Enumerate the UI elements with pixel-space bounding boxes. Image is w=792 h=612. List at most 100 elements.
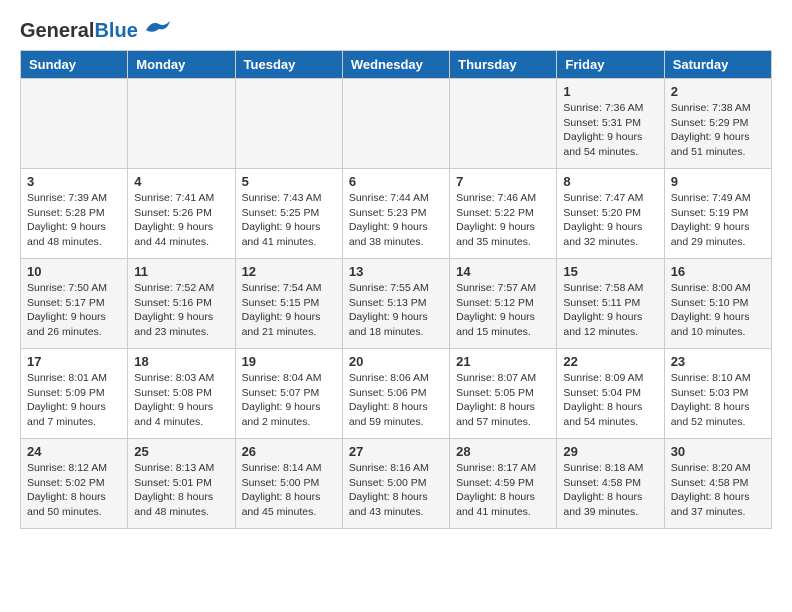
calendar-cell: 15 Sunrise: 7:58 AM Sunset: 5:11 PM Dayli…: [557, 259, 664, 349]
day-of-week-header: Saturday: [664, 51, 771, 79]
cell-info: Sunrise: 7:46 AM Sunset: 5:22 PM Dayligh…: [456, 191, 550, 250]
calendar-table: SundayMondayTuesdayWednesdayThursdayFrid…: [20, 50, 772, 529]
cell-info: Sunrise: 8:03 AM Sunset: 5:08 PM Dayligh…: [134, 371, 228, 430]
cell-info: Sunrise: 7:50 AM Sunset: 5:17 PM Dayligh…: [27, 281, 121, 340]
day-number: 15: [563, 264, 657, 279]
day-number: 20: [349, 354, 443, 369]
cell-info: Sunrise: 8:10 AM Sunset: 5:03 PM Dayligh…: [671, 371, 765, 430]
calendar-cell: [450, 79, 557, 169]
day-number: 7: [456, 174, 550, 189]
calendar-week-row: 1Sunrise: 7:36 AM Sunset: 5:31 PM Daylig…: [21, 79, 772, 169]
cell-info: Sunrise: 8:12 AM Sunset: 5:02 PM Dayligh…: [27, 461, 121, 520]
day-number: 14: [456, 264, 550, 279]
calendar-week-row: 3 Sunrise: 7:39 AM Sunset: 5:28 PM Daylig…: [21, 169, 772, 259]
calendar-cell: 16 Sunrise: 8:00 AM Sunset: 5:10 PM Dayli…: [664, 259, 771, 349]
calendar-cell: 14 Sunrise: 7:57 AM Sunset: 5:12 PM Dayli…: [450, 259, 557, 349]
calendar-cell: 26 Sunrise: 8:14 AM Sunset: 5:00 PM Dayli…: [235, 439, 342, 529]
day-of-week-header: Thursday: [450, 51, 557, 79]
calendar-cell: 8Sunrise: 7:47 AM Sunset: 5:20 PM Daylig…: [557, 169, 664, 259]
day-number: 3: [27, 174, 121, 189]
cell-info: Sunrise: 7:49 AM Sunset: 5:19 PM Dayligh…: [671, 191, 765, 250]
calendar-cell: 25 Sunrise: 8:13 AM Sunset: 5:01 PM Dayli…: [128, 439, 235, 529]
calendar-cell: 7 Sunrise: 7:46 AM Sunset: 5:22 PM Daylig…: [450, 169, 557, 259]
cell-info: Sunrise: 8:00 AM Sunset: 5:10 PM Dayligh…: [671, 281, 765, 340]
logo-bird-icon: [142, 16, 174, 38]
day-of-week-header: Tuesday: [235, 51, 342, 79]
calendar-cell: 2 Sunrise: 7:38 AM Sunset: 5:29 PM Daylig…: [664, 79, 771, 169]
day-number: 22: [563, 354, 657, 369]
calendar-cell: 21 Sunrise: 8:07 AM Sunset: 5:05 PM Dayli…: [450, 349, 557, 439]
calendar-cell: 28 Sunrise: 8:17 AM Sunset: 4:59 PM Dayli…: [450, 439, 557, 529]
cell-info: Sunrise: 8:17 AM Sunset: 4:59 PM Dayligh…: [456, 461, 550, 520]
day-number: 17: [27, 354, 121, 369]
day-number: 5: [242, 174, 336, 189]
day-number: 12: [242, 264, 336, 279]
day-number: 10: [27, 264, 121, 279]
cell-info: Sunrise: 7:52 AM Sunset: 5:16 PM Dayligh…: [134, 281, 228, 340]
day-of-week-header: Sunday: [21, 51, 128, 79]
calendar-cell: 11 Sunrise: 7:52 AM Sunset: 5:16 PM Dayli…: [128, 259, 235, 349]
logo-container: GeneralBlue: [20, 20, 174, 42]
calendar-cell: 24 Sunrise: 8:12 AM Sunset: 5:02 PM Dayli…: [21, 439, 128, 529]
day-number: 1: [563, 84, 657, 99]
cell-info: Sunrise: 7:57 AM Sunset: 5:12 PM Dayligh…: [456, 281, 550, 340]
calendar-cell: 22 Sunrise: 8:09 AM Sunset: 5:04 PM Dayli…: [557, 349, 664, 439]
cell-info: Sunrise: 8:14 AM Sunset: 5:00 PM Dayligh…: [242, 461, 336, 520]
day-of-week-header: Monday: [128, 51, 235, 79]
cell-info: Sunrise: 7:41 AM Sunset: 5:26 PM Dayligh…: [134, 191, 228, 250]
day-number: 11: [134, 264, 228, 279]
cell-info: Sunrise: 8:09 AM Sunset: 5:04 PM Dayligh…: [563, 371, 657, 430]
calendar-cell: [128, 79, 235, 169]
cell-info: Sunrise: 8:13 AM Sunset: 5:01 PM Dayligh…: [134, 461, 228, 520]
cell-info: Sunrise: 8:06 AM Sunset: 5:06 PM Dayligh…: [349, 371, 443, 430]
day-number: 26: [242, 444, 336, 459]
day-number: 30: [671, 444, 765, 459]
calendar-cell: 23 Sunrise: 8:10 AM Sunset: 5:03 PM Dayli…: [664, 349, 771, 439]
calendar-cell: 1Sunrise: 7:36 AM Sunset: 5:31 PM Daylig…: [557, 79, 664, 169]
cell-info: Sunrise: 8:16 AM Sunset: 5:00 PM Dayligh…: [349, 461, 443, 520]
calendar-header-row: SundayMondayTuesdayWednesdayThursdayFrid…: [21, 51, 772, 79]
cell-info: Sunrise: 7:58 AM Sunset: 5:11 PM Dayligh…: [563, 281, 657, 340]
cell-info: Sunrise: 8:18 AM Sunset: 4:58 PM Dayligh…: [563, 461, 657, 520]
calendar-week-row: 10 Sunrise: 7:50 AM Sunset: 5:17 PM Dayli…: [21, 259, 772, 349]
day-number: 19: [242, 354, 336, 369]
calendar-cell: 29Sunrise: 8:18 AM Sunset: 4:58 PM Dayli…: [557, 439, 664, 529]
day-number: 25: [134, 444, 228, 459]
cell-info: Sunrise: 8:01 AM Sunset: 5:09 PM Dayligh…: [27, 371, 121, 430]
cell-info: Sunrise: 7:55 AM Sunset: 5:13 PM Dayligh…: [349, 281, 443, 340]
day-number: 16: [671, 264, 765, 279]
calendar-cell: 10 Sunrise: 7:50 AM Sunset: 5:17 PM Dayli…: [21, 259, 128, 349]
calendar-cell: [21, 79, 128, 169]
day-number: 28: [456, 444, 550, 459]
cell-info: Sunrise: 8:04 AM Sunset: 5:07 PM Dayligh…: [242, 371, 336, 430]
calendar-cell: [342, 79, 449, 169]
cell-info: Sunrise: 8:07 AM Sunset: 5:05 PM Dayligh…: [456, 371, 550, 430]
day-number: 2: [671, 84, 765, 99]
calendar-cell: 17 Sunrise: 8:01 AM Sunset: 5:09 PM Dayli…: [21, 349, 128, 439]
cell-info: Sunrise: 8:20 AM Sunset: 4:58 PM Dayligh…: [671, 461, 765, 520]
calendar-cell: 12 Sunrise: 7:54 AM Sunset: 5:15 PM Dayli…: [235, 259, 342, 349]
calendar-cell: 4Sunrise: 7:41 AM Sunset: 5:26 PM Daylig…: [128, 169, 235, 259]
logo-text: GeneralBlue: [20, 20, 138, 42]
cell-info: Sunrise: 7:38 AM Sunset: 5:29 PM Dayligh…: [671, 101, 765, 160]
cell-info: Sunrise: 7:54 AM Sunset: 5:15 PM Dayligh…: [242, 281, 336, 340]
calendar-cell: 13Sunrise: 7:55 AM Sunset: 5:13 PM Dayli…: [342, 259, 449, 349]
calendar-cell: [235, 79, 342, 169]
cell-info: Sunrise: 7:44 AM Sunset: 5:23 PM Dayligh…: [349, 191, 443, 250]
day-number: 18: [134, 354, 228, 369]
calendar-cell: 5 Sunrise: 7:43 AM Sunset: 5:25 PM Daylig…: [235, 169, 342, 259]
calendar-cell: 27Sunrise: 8:16 AM Sunset: 5:00 PM Dayli…: [342, 439, 449, 529]
calendar-cell: 3 Sunrise: 7:39 AM Sunset: 5:28 PM Daylig…: [21, 169, 128, 259]
calendar-week-row: 17 Sunrise: 8:01 AM Sunset: 5:09 PM Dayli…: [21, 349, 772, 439]
day-of-week-header: Friday: [557, 51, 664, 79]
cell-info: Sunrise: 7:39 AM Sunset: 5:28 PM Dayligh…: [27, 191, 121, 250]
day-number: 21: [456, 354, 550, 369]
cell-info: Sunrise: 7:47 AM Sunset: 5:20 PM Dayligh…: [563, 191, 657, 250]
day-of-week-header: Wednesday: [342, 51, 449, 79]
day-number: 23: [671, 354, 765, 369]
calendar-week-row: 24 Sunrise: 8:12 AM Sunset: 5:02 PM Dayli…: [21, 439, 772, 529]
day-number: 24: [27, 444, 121, 459]
calendar-cell: 19 Sunrise: 8:04 AM Sunset: 5:07 PM Dayli…: [235, 349, 342, 439]
calendar-cell: 18 Sunrise: 8:03 AM Sunset: 5:08 PM Dayli…: [128, 349, 235, 439]
cell-info: Sunrise: 7:43 AM Sunset: 5:25 PM Dayligh…: [242, 191, 336, 250]
